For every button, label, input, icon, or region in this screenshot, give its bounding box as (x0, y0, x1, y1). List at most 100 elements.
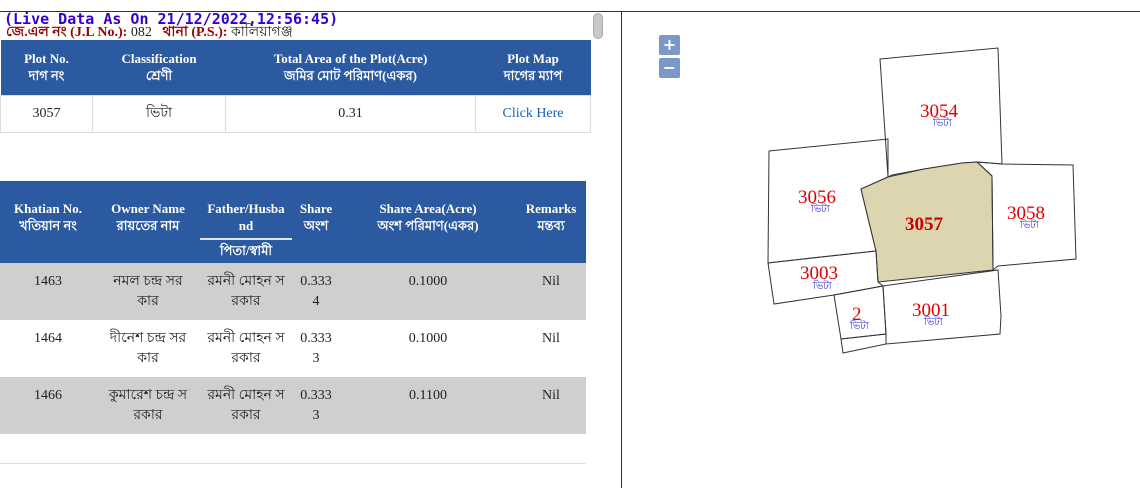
classification-cell: ভিটা (92, 94, 226, 133)
owner-line: কুমারেশ চন্দ্র স (108, 388, 188, 403)
father-line: রমনী মোহন স (207, 331, 285, 346)
col-father-bn: পিতা/স্বামী (200, 238, 292, 259)
owner-line: দীনেশ চন্দ্র সর (109, 331, 187, 346)
father-line: রকার (231, 351, 261, 366)
empty-cell (516, 434, 586, 464)
col-total-area-en: Total Area of the Plot(Acre) (273, 51, 428, 67)
father-line: রকার (231, 294, 261, 309)
table-row: 1466 কুমারেশ চন্দ্র স রকার রমনী মোহন স রকা… (0, 377, 586, 434)
remarks-cell: Nil (516, 320, 586, 377)
owner-line: নমল চন্দ্র সর (113, 274, 183, 289)
col-father-en: Father/Husba nd (207, 201, 285, 233)
empty-cell (200, 434, 292, 464)
table-row: 1463 নমল চন্দ্র সর কার রমনী মোহন স রকার 0.… (0, 263, 586, 320)
plot-class-3003: ভিটা (812, 279, 833, 292)
share-cell: 0.333 3 (292, 377, 340, 434)
ps-label: থানা (P.S.): (162, 25, 228, 40)
zoom-in-button[interactable]: + (659, 35, 680, 55)
col-remarks-en: Remarks (525, 201, 577, 216)
owner-table: Khatian No. খতিয়ান নং Owner Name রায়তের … (0, 181, 586, 464)
father-line: রকার (231, 408, 261, 423)
owner-cell: দীনেশ চন্দ্র সর কার (96, 320, 200, 377)
col-remarks: Remarks মন্তব্য (516, 181, 586, 263)
plot-row: 3057 ভিটা 0.31 Click Here (0, 94, 591, 133)
col-classification-bn: শ্রেণী (145, 68, 173, 84)
col-khatian-bn: খতিয়ান নং (19, 218, 77, 233)
col-remarks-bn: মন্তব্য (537, 218, 565, 233)
col-khatian: Khatian No. খতিয়ান নং (0, 181, 96, 263)
area-cell: 0.31 (225, 94, 476, 133)
khatian-cell: 1466 (0, 377, 96, 434)
khatian-cell: 1463 (0, 263, 96, 320)
owner-cell: নমল চন্দ্র সর কার (96, 263, 200, 320)
col-share-area: Share Area(Acre) অংশ পরিমাণ(একর) (340, 181, 516, 263)
empty-cell (340, 434, 516, 464)
col-owner-en: Owner Name (111, 201, 185, 216)
plot-class-3056: ভিটা (810, 202, 831, 215)
col-share-bn: অংশ (303, 218, 329, 233)
share-line: 3 (312, 351, 320, 366)
col-share-area-en: Share Area(Acre) (379, 201, 477, 216)
cadastral-map[interactable]: 3054 ভিটা 3056 ভিটা 3057 3058 ভিটা 3003 … (622, 12, 1140, 488)
col-plot-no-en: Plot No. (24, 51, 69, 67)
share-area-cell: 0.1100 (340, 377, 516, 434)
col-share-area-bn: অংশ পরিমাণ(একর) (377, 218, 479, 233)
share-area-cell: 0.1000 (340, 263, 516, 320)
plot-info-pane: (Live Data As On 21/12/2022,12:56:45) জে… (0, 0, 606, 488)
plot-label-3057: 3057 (905, 214, 944, 235)
remarks-cell: Nil (516, 377, 586, 434)
plot-map-link[interactable]: Click Here (475, 94, 591, 133)
khatian-cell: 1464 (0, 320, 96, 377)
father-cell: রমনী মোহন স রকার (200, 320, 292, 377)
share-area-cell: 0.1000 (340, 320, 516, 377)
zoom-out-button[interactable]: − (659, 58, 680, 78)
father-cell: রমনী মোহন স রকার (200, 263, 292, 320)
plot-map-pane[interactable]: 3054 ভিটা 3056 ভিটা 3057 3058 ভিটা 3003 … (622, 12, 1140, 488)
plot-class-3054: ভিটা (932, 116, 953, 129)
plot-class-2: ভিটা (849, 319, 870, 332)
owner-table-header: Khatian No. খতিয়ান নং Owner Name রায়তের … (0, 181, 586, 263)
empty-cell (96, 434, 200, 464)
col-classification: Classification শ্রেণী (92, 40, 226, 95)
jl-label: জে.এল নং (J.L No.): (6, 25, 128, 40)
ps-value: কালিয়াগঞ্জ (230, 25, 293, 40)
col-plot-map: Plot Map দাগের ম্যাপ (475, 40, 591, 95)
share-cell: 0.333 4 (292, 263, 340, 320)
owner-line: কার (137, 351, 159, 366)
owner-line: রকার (133, 408, 163, 423)
col-classification-en: Classification (121, 51, 197, 67)
owner-cell: কুমারেশ চন্দ্র স রকার (96, 377, 200, 434)
col-khatian-en: Khatian No. (14, 201, 82, 216)
table-row: 1464 দীনেশ চন্দ্র সর কার রমনী মোহন স রকার … (0, 320, 586, 377)
share-line: 3 (312, 408, 320, 423)
empty-cell (0, 434, 96, 464)
col-plot-no: Plot No. দাগ নং (0, 40, 93, 95)
table-footer-row (0, 434, 586, 464)
share-line: 0.333 (300, 331, 332, 346)
col-plot-map-en: Plot Map (507, 51, 559, 67)
remarks-cell: Nil (516, 263, 586, 320)
jl-ps-line: জে.এল নং (J.L No.): 082 থানা (P.S.): কাল… (6, 25, 293, 41)
owner-line: কার (137, 294, 159, 309)
plot-no-cell: 3057 (0, 94, 93, 133)
share-cell: 0.333 3 (292, 320, 340, 377)
plot-table-header: Plot No. দাগ নং Classification শ্রেণী Tota… (0, 40, 591, 95)
col-total-area-bn: জমির মোট পরিমাণ(একর) (284, 68, 417, 84)
share-line: 4 (312, 294, 320, 309)
jl-value: 082 (130, 25, 152, 40)
father-cell: রমনী মোহন স রকার (200, 377, 292, 434)
empty-cell (292, 434, 340, 464)
vertical-scrollbar[interactable] (593, 13, 603, 39)
share-line: 0.333 (300, 388, 332, 403)
col-plot-map-bn: দাগের ম্যাপ (503, 68, 563, 84)
col-owner: Owner Name রায়তের নাম (96, 181, 200, 263)
plot-table: Plot No. দাগ নং Classification শ্রেণী Tota… (0, 40, 591, 133)
plot-class-3001: ভিটা (923, 315, 944, 328)
col-share: Share অংশ (292, 181, 340, 263)
col-share-en: Share (299, 201, 333, 216)
col-total-area: Total Area of the Plot(Acre) জমির মোট পরি… (225, 40, 476, 95)
plot-class-3058: ভিটা (1019, 218, 1040, 231)
plot-2-lower-shape[interactable] (840, 333, 887, 354)
share-line: 0.333 (300, 274, 332, 289)
col-plot-no-bn: দাগ নং (28, 68, 65, 84)
